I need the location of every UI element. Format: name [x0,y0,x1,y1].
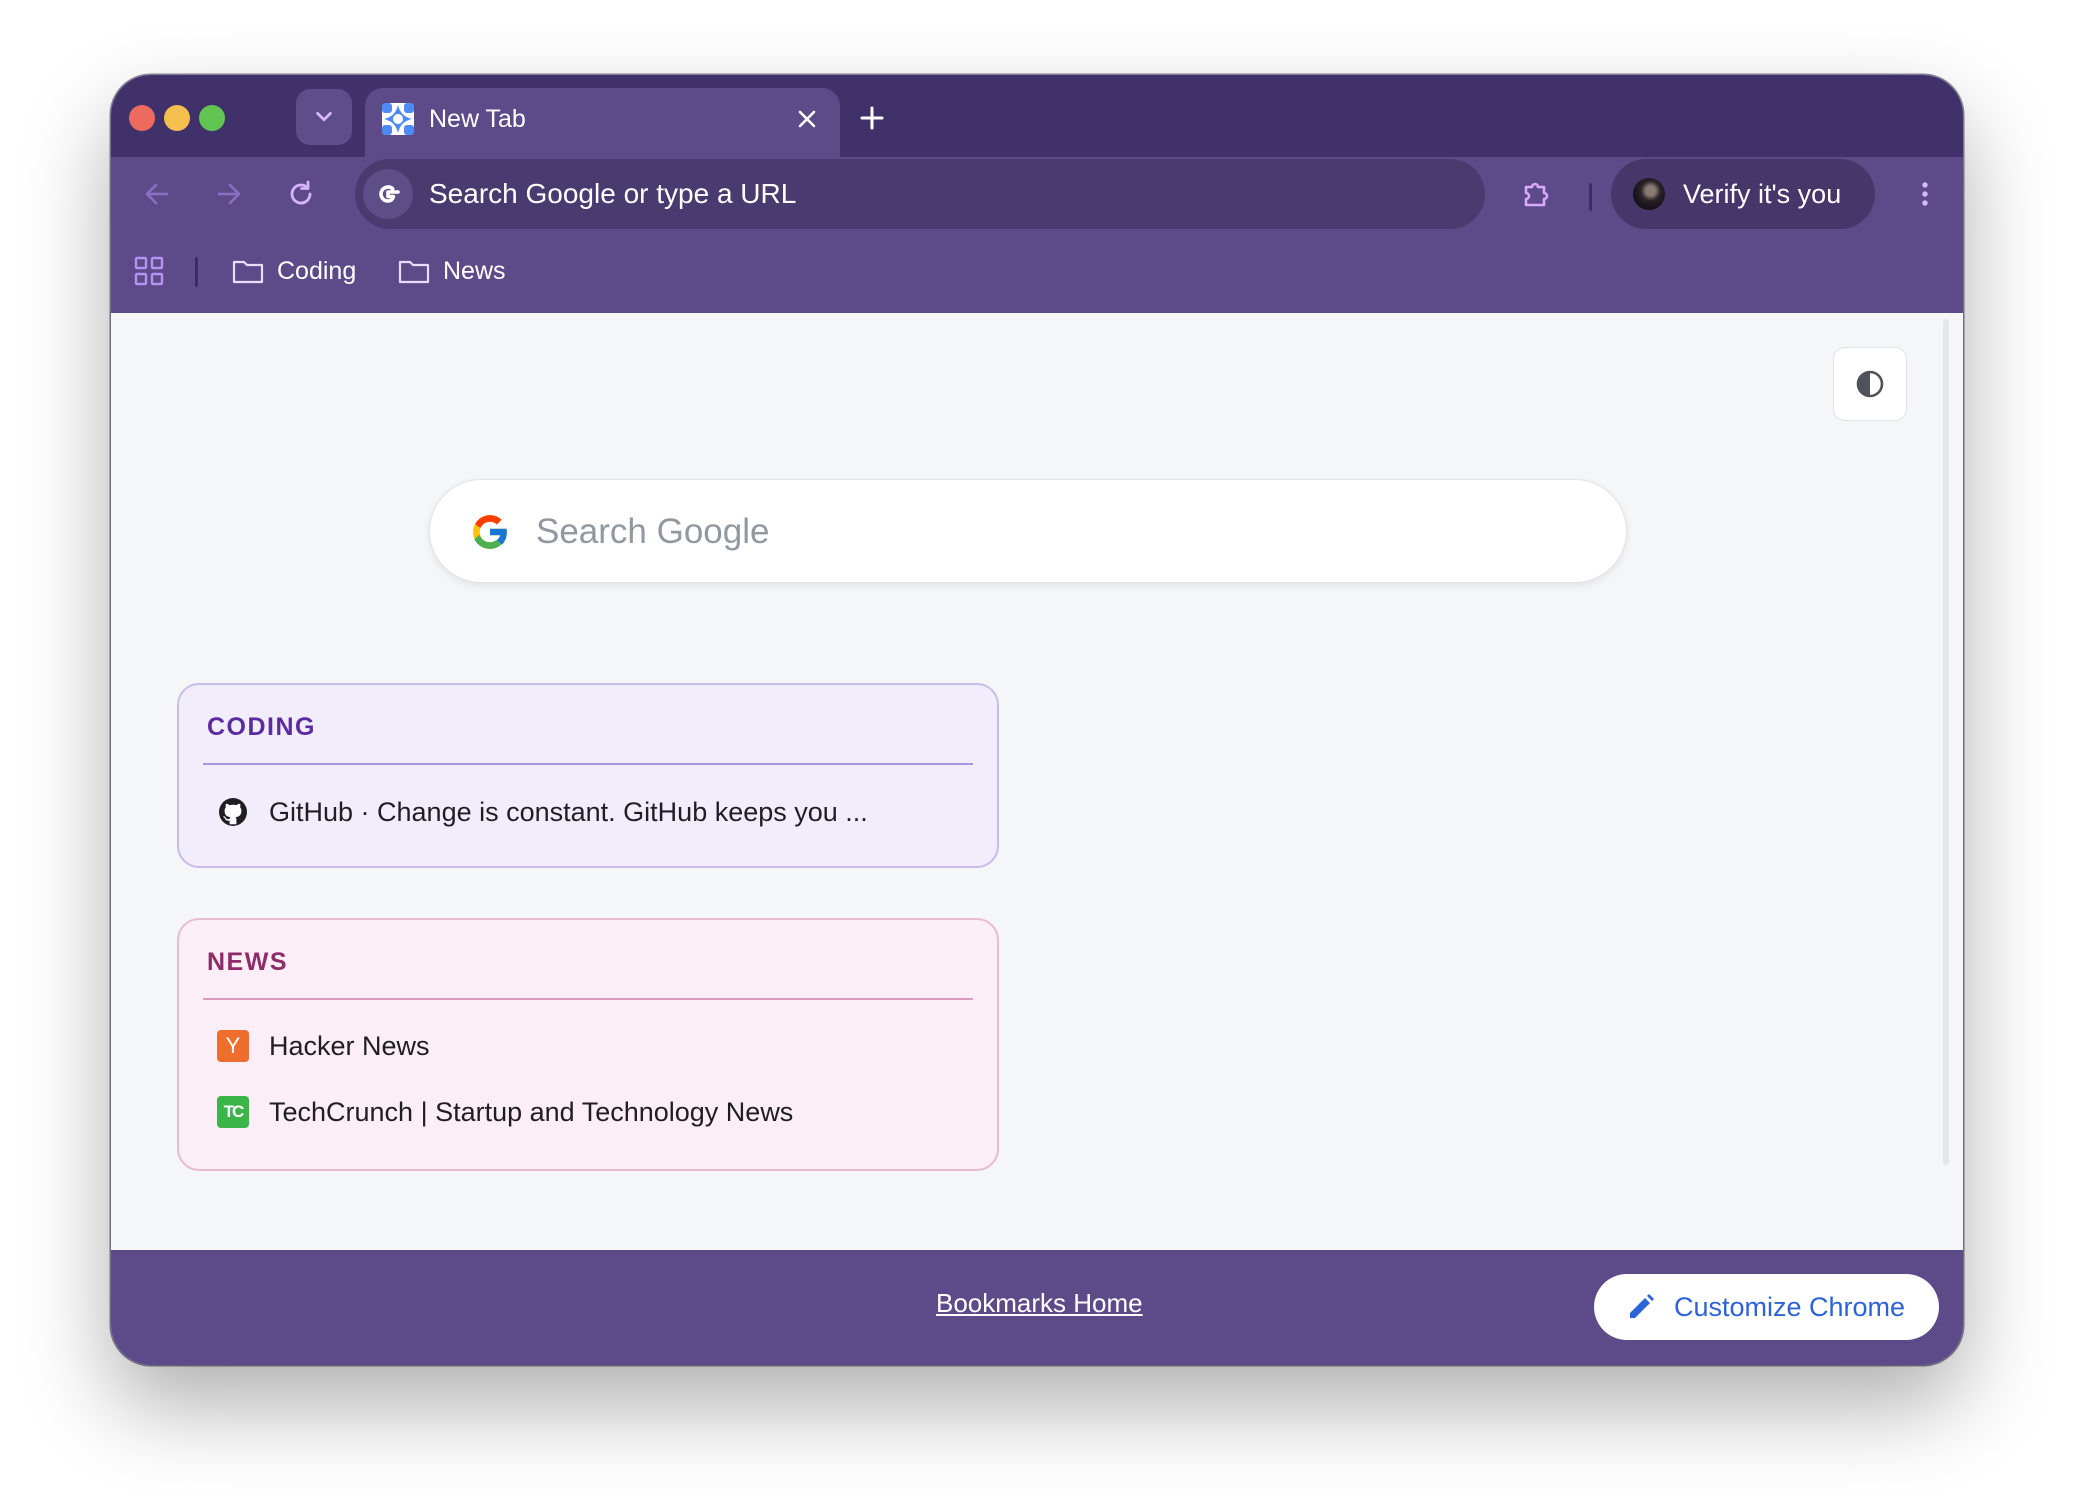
folder-icon [232,260,264,284]
pencil-icon [1630,1294,1654,1318]
reload-icon [290,180,312,205]
tab-search-button[interactable] [296,89,352,145]
bookmark-link-hacker-news[interactable]: Y Hacker News [217,1026,430,1066]
omnibox-text: Search Google or type a URL [429,178,797,209]
bookmark-folder-news[interactable]: News [397,251,506,291]
close-icon [798,110,816,128]
search-box[interactable]: Search Google [429,479,1627,583]
back-button[interactable] [133,170,181,218]
chevron-down-icon [316,111,332,122]
contrast-icon [1856,370,1884,398]
forward-arrow-icon [217,183,241,205]
minimize-window-button[interactable] [164,105,190,131]
bookmark-link-title: Hacker News [269,1030,430,1061]
bookmark-link-title: GitHub · Change is constant. GitHub keep… [269,796,868,827]
apps-grid-icon[interactable] [133,255,165,287]
scrollbar[interactable] [1943,319,1949,1165]
group-divider [203,998,973,1000]
group-title: CODING [207,713,316,741]
back-arrow-icon [145,183,169,205]
profile-button[interactable]: Verify it's you [1611,159,1875,229]
bookmarks-bar: Coding News [111,231,1963,313]
new-tab-page: Search Google CODING GitHub · Change is … [111,313,1963,1246]
techcrunch-icon: TC [217,1096,249,1128]
group-divider [203,763,973,765]
bookmark-label: Coding [277,256,357,285]
profile-label: Verify it's you [1683,179,1842,209]
bookmark-group-news: NEWS Y Hacker News TC TechCrunch | Start… [177,918,999,1171]
bookmark-link-techcrunch[interactable]: TC TechCrunch | Startup and Technology N… [217,1092,793,1132]
group-title: NEWS [207,948,288,976]
bookmark-label: News [443,256,506,285]
forward-button[interactable] [205,170,253,218]
google-g-icon [363,169,413,219]
tab-strip: New Tab [111,75,1963,157]
avatar [1633,178,1665,210]
google-logo-icon [473,515,508,549]
extensions-button[interactable] [1513,170,1561,218]
close-window-button[interactable] [129,105,155,131]
more-vert-icon [1922,182,1928,206]
reload-button[interactable] [277,170,325,218]
tab-close-button[interactable] [790,102,824,136]
zoom-window-button[interactable] [199,105,225,131]
tab-title: New Tab [429,105,526,133]
github-icon [219,798,247,826]
footer-bar: Bookmarks Home Customize Chrome [111,1250,1963,1365]
hacker-news-icon: Y [217,1030,249,1062]
toolbar-divider [1589,183,1592,211]
folder-icon [398,260,430,284]
plus-icon [860,106,884,130]
customize-chrome-button[interactable]: Customize Chrome [1594,1274,1939,1340]
customize-chrome-label: Customize Chrome [1674,1292,1906,1322]
bookmarks-home-link[interactable]: Bookmarks Home [936,1286,1143,1320]
bookmark-folder-coding[interactable]: Coding [231,251,356,291]
extensions-icon [1524,182,1549,207]
tab-new-tab[interactable]: New Tab [365,88,840,157]
new-tab-button[interactable] [851,97,893,139]
chrome-newtab-icon [382,103,414,135]
toolbar: Search Google or type a URL Verify it's … [111,157,1963,231]
search-placeholder: Search Google [536,512,770,551]
browser-window: New Tab Search Google or type a URL Veri… [111,75,1963,1365]
bookmarks-divider [195,257,198,287]
theme-toggle-button[interactable] [1833,347,1907,421]
bookmark-link-github[interactable]: GitHub · Change is constant. GitHub keep… [217,792,868,832]
bookmark-link-title: TechCrunch | Startup and Technology News [269,1096,794,1127]
bookmark-group-coding: CODING GitHub · Change is constant. GitH… [177,683,999,868]
omnibox[interactable]: Search Google or type a URL [355,159,1485,229]
chrome-menu-button[interactable] [1901,170,1949,218]
